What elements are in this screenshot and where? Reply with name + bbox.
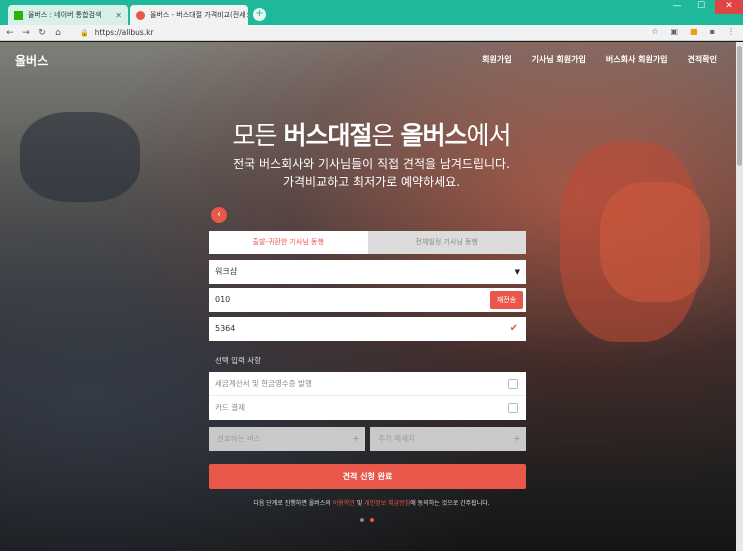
checkbox[interactable]	[508, 379, 518, 389]
hero-title-prefix: 모든	[232, 121, 284, 150]
hero-title-suffix: 에서	[466, 121, 511, 150]
submit-quote-button[interactable]: 견적 신청 완료	[209, 464, 526, 489]
toolbar-icons: ☆ ▣ ■ ▪ ⋮	[651, 27, 735, 36]
top-nav: 회원가입 기사님 회원가입 버스회사 회원가입 견적확인	[482, 54, 717, 65]
preferred-bus-button[interactable]: 선호하는 버스 +	[209, 427, 365, 451]
carousel-dot[interactable]	[360, 518, 364, 522]
allbus-page: 올버스 회원가입 기사님 회원가입 버스회사 회원가입 견적확인 모든 버스대절…	[0, 42, 743, 551]
phone-field[interactable]: 010 재전송	[209, 288, 526, 312]
extension-icon-3[interactable]: ▪	[710, 27, 715, 36]
background-photo	[600, 182, 710, 302]
option-card-payment[interactable]: 카드 결제	[209, 396, 526, 420]
plus-icon: +	[513, 434, 520, 443]
hero-subtitle-line1: 전국 버스회사와 기사님들이 직접 견적을 남겨드립니다.	[233, 157, 510, 171]
nav-quote-check[interactable]: 견적확인	[688, 54, 717, 65]
legal-text: 에 동의하는 것으로 간주됩니다.	[410, 500, 490, 507]
nav-company-signup[interactable]: 버스회사 회원가입	[606, 54, 668, 65]
home-icon[interactable]: ⌂	[52, 28, 64, 38]
allbus-favicon-icon	[136, 10, 145, 20]
back-arrow-icon[interactable]: ←	[4, 28, 16, 38]
naver-favicon-icon	[14, 10, 23, 20]
browser-tab-naver[interactable]: 올버스 : 네이버 통합검색 ✕	[8, 5, 128, 25]
verification-code-value: 5364	[215, 324, 236, 333]
verification-code-field[interactable]: 5364 ✔	[209, 317, 526, 341]
trip-type-tabs: 출발-귀환한 기사님 동행 전체일정 기사님 동행	[209, 231, 526, 254]
maximize-button[interactable]: ☐	[691, 0, 711, 14]
privacy-link[interactable]: 개인정보 취급방침	[364, 500, 410, 507]
extra-message-button[interactable]: 추가 메세지 +	[370, 427, 526, 451]
option-tax-invoice[interactable]: 세금계산서 및 현금영수증 발행	[209, 372, 526, 396]
purpose-select-value: 워크샵	[215, 267, 238, 276]
window-close-button[interactable]: ✕	[715, 0, 743, 14]
plus-icon: +	[352, 434, 359, 443]
new-tab-button[interactable]: +	[253, 8, 266, 21]
preferred-bus-label: 선호하는 버스	[217, 434, 261, 443]
browser-tab-bar: 올버스 : 네이버 통합검색 ✕ 올버스 - 버스대절 가격비교(전세 ✕ + …	[0, 0, 743, 25]
tab-title: 올버스 - 버스대절 가격비교(전세	[150, 11, 246, 19]
extension-icon[interactable]: ▣	[670, 27, 678, 36]
optional-section-label: 선택 입력 사항	[215, 356, 262, 365]
menu-kebab-icon[interactable]: ⋮	[727, 27, 735, 36]
bookmark-star-icon[interactable]: ☆	[651, 27, 658, 36]
reload-icon[interactable]: ↻	[36, 28, 48, 38]
tab-title: 올버스 : 네이버 통합검색	[28, 11, 102, 19]
legal-text: 및	[354, 500, 365, 507]
carousel-dots	[360, 518, 374, 522]
nav-signup[interactable]: 회원가입	[482, 54, 511, 65]
nav-driver-signup[interactable]: 기사님 회원가입	[532, 54, 586, 65]
legal-notice: 다음 단계로 진행하면 올버스의 이용약관 및 개인정보 취급방침에 동의하는 …	[0, 498, 743, 507]
lock-icon: 🔒	[80, 28, 89, 37]
back-chevron-button[interactable]: ‹	[211, 207, 227, 223]
resend-button[interactable]: 재전송	[490, 291, 523, 309]
hero-title-bold2: 올버스	[400, 121, 467, 150]
minimize-button[interactable]: —	[667, 0, 687, 14]
hero-title-bold1: 버스대절	[283, 121, 372, 150]
url-field[interactable]: https://allbus.kr	[95, 28, 154, 37]
extension-icon-2[interactable]: ■	[690, 27, 698, 36]
legal-text: 다음 단계로 진행하면 올버스의	[253, 500, 333, 507]
option-label: 카드 결제	[215, 403, 245, 412]
tab-fullschedule-driver[interactable]: 전체일정 기사님 동행	[367, 231, 526, 254]
scrollbar-thumb[interactable]	[737, 46, 742, 166]
hero-title-mid: 은	[371, 121, 401, 150]
extra-message-label: 추가 메세지	[378, 434, 415, 443]
preference-row: 선호하는 버스 + 추가 메세지 +	[209, 427, 526, 451]
option-label: 세금계산서 및 현금영수증 발행	[215, 379, 312, 388]
hero-title: 모든 버스대절은 올버스에서	[0, 116, 743, 152]
allbus-logo[interactable]: 올버스	[15, 52, 48, 69]
hero-subtitle-line2: 가격비교하고 최저가로 예약하세요.	[282, 175, 461, 189]
terms-link[interactable]: 이용약관	[333, 500, 355, 507]
tab-close-icon[interactable]: ✕	[246, 11, 248, 20]
address-bar: ← → ↻ ⌂ 🔒 https://allbus.kr ☆ ▣ ■ ▪ ⋮	[0, 25, 743, 41]
purpose-select[interactable]: 워크샵 ▼	[209, 260, 526, 284]
dropdown-caret-icon: ▼	[514, 268, 520, 276]
carousel-dot-active[interactable]	[370, 518, 374, 522]
optional-options: 세금계산서 및 현금영수증 발행 카드 결제	[209, 372, 526, 420]
tab-roundtrip-driver[interactable]: 출발-귀환한 기사님 동행	[209, 231, 368, 254]
quote-form: 출발-귀환한 기사님 동행 전체일정 기사님 동행 워크샵 ▼ 010 재전송 …	[209, 231, 526, 489]
checkmark-icon: ✔	[509, 323, 518, 334]
forward-arrow-icon[interactable]: →	[20, 28, 32, 38]
phone-value: 010	[215, 295, 231, 304]
tab-close-icon[interactable]: ✕	[115, 11, 122, 20]
checkbox[interactable]	[508, 403, 518, 413]
browser-tab-allbus[interactable]: 올버스 - 버스대절 가격비교(전세 ✕	[130, 5, 248, 25]
